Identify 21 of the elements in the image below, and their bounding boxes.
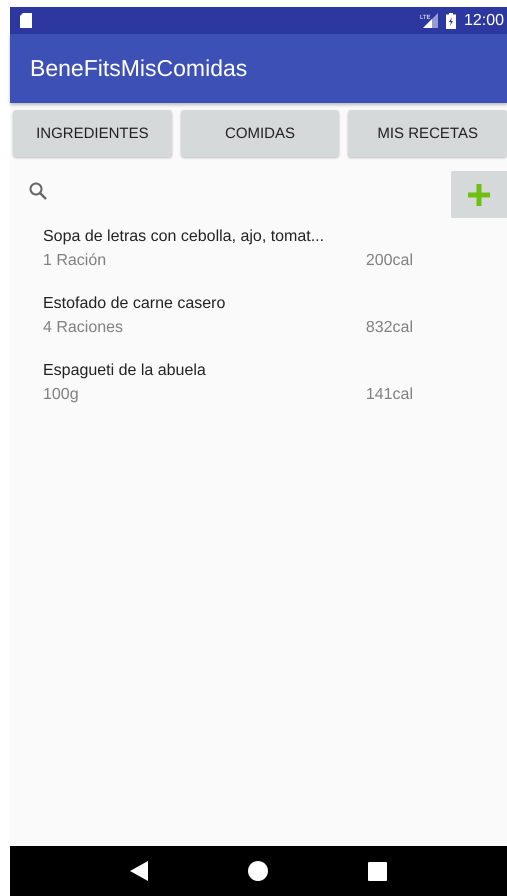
tab-button[interactable]: INGREDIENTES [13, 110, 172, 157]
plus-icon [468, 184, 490, 206]
meal-portion: 4 Raciones [43, 319, 124, 337]
meal-calories: 141cal [366, 386, 413, 404]
tab-button[interactable]: MIS RECETAS [348, 110, 507, 157]
meal-calories: 832cal [366, 319, 413, 337]
meal-portion: 1 Ración [43, 252, 106, 270]
back-icon[interactable] [130, 861, 148, 881]
sd-card-icon [20, 13, 32, 28]
tab-button[interactable]: COMIDAS [180, 110, 340, 157]
app-title: BeneFitsMisComidas [30, 55, 248, 82]
search-icon[interactable] [28, 181, 48, 201]
clock-time: 12:00 [464, 12, 504, 30]
battery-icon [446, 12, 456, 28]
meal-portion: 100g [43, 386, 79, 404]
meal-name: Sopa de letras con cebolla, ajo, tomat... [43, 228, 326, 246]
meal-name: Estofado de carne casero [43, 295, 226, 313]
home-icon[interactable] [248, 861, 268, 881]
recents-icon[interactable] [368, 862, 387, 880]
meal-calories: 200cal [366, 252, 413, 270]
meal-name: Espagueti de la abuela [43, 362, 207, 380]
